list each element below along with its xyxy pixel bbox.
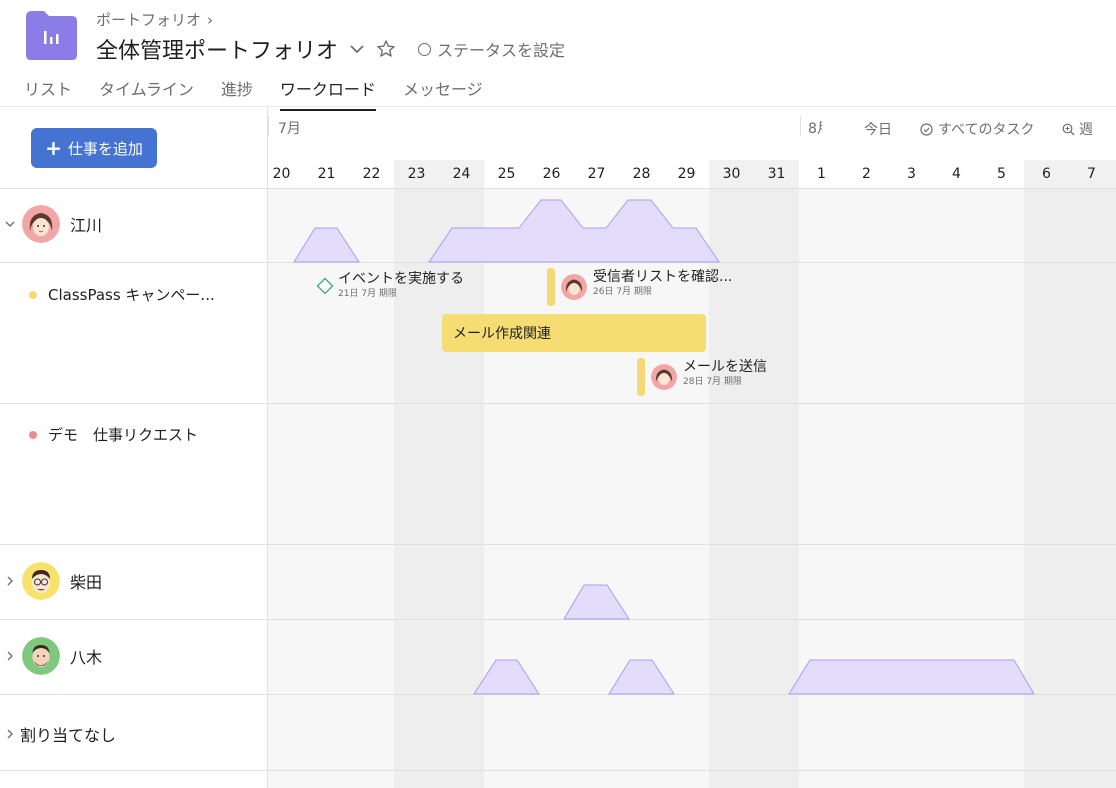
task-mail-create[interactable]: メール作成関連 bbox=[442, 314, 706, 352]
task-bar bbox=[637, 358, 645, 396]
assignee-name: 江川 bbox=[70, 216, 103, 235]
month-label-july: 7月 bbox=[278, 121, 301, 137]
chevron-down-icon[interactable] bbox=[348, 40, 366, 58]
task-due-date: 26日 7月 期限 bbox=[593, 287, 652, 297]
assignee-row-unassigned[interactable]: 割り当てなし bbox=[4, 722, 116, 746]
day-label: 21 bbox=[317, 166, 336, 182]
task-title: イベントを実施する bbox=[338, 271, 464, 287]
check-circle-icon bbox=[920, 122, 933, 136]
day-label: 24 bbox=[452, 166, 471, 182]
day-label: 22 bbox=[362, 166, 381, 182]
month-tick bbox=[268, 116, 269, 136]
week-label: 週 bbox=[1079, 122, 1093, 138]
workload-shape-shibata bbox=[563, 584, 630, 620]
project-row-demo[interactable]: デモ 仕事リクエスト bbox=[29, 424, 198, 445]
day-label: 30 bbox=[722, 166, 741, 182]
task-title: メールを送信 bbox=[683, 359, 767, 375]
day-label: 3 bbox=[907, 166, 916, 182]
task-title: 受信者リストを確認... bbox=[593, 269, 733, 285]
task-recipients[interactable]: 受信者リストを確認... 26日 7月 期限 bbox=[547, 268, 732, 306]
task-title: メール作成関連 bbox=[453, 326, 551, 342]
tab-timeline[interactable]: タイムライン bbox=[99, 76, 194, 110]
caret-right-icon[interactable] bbox=[4, 650, 16, 662]
day-label: 28 bbox=[632, 166, 651, 182]
add-work-label: 仕事を追加 bbox=[67, 139, 143, 158]
plus-icon: + bbox=[45, 136, 62, 160]
assignee-row-shibata[interactable]: 柴田 bbox=[4, 562, 102, 600]
assignee-name: 柴田 bbox=[70, 573, 103, 592]
task-assignee-avatar bbox=[561, 274, 587, 300]
day-label: 2 bbox=[862, 166, 871, 182]
project-color-dot bbox=[29, 290, 37, 299]
breadcrumb-label[interactable]: ポートフォリオ bbox=[96, 9, 201, 30]
tab-workload[interactable]: ワークロード bbox=[279, 76, 376, 111]
assignee-row-yagi[interactable]: 八木 bbox=[4, 637, 102, 675]
workload-shape-yagi bbox=[788, 659, 1035, 695]
day-label: 29 bbox=[677, 166, 696, 182]
month-label-aug: 8月 bbox=[808, 121, 822, 137]
status-circle-icon bbox=[418, 42, 432, 56]
project-name: デモ 仕事リクエスト bbox=[48, 426, 199, 444]
page-title[interactable]: 全体管理ポートフォリオ bbox=[96, 33, 338, 65]
day-label: 27 bbox=[587, 166, 606, 182]
project-color-dot bbox=[29, 430, 37, 439]
breadcrumb[interactable]: ポートフォリオ › bbox=[96, 9, 213, 30]
tab-bar: リスト タイムライン 進捗 ワークロード メッセージ bbox=[24, 76, 510, 111]
tab-messages[interactable]: メッセージ bbox=[403, 76, 483, 110]
folder-chart-icon bbox=[26, 11, 77, 60]
workload-shape-egawa bbox=[293, 227, 360, 263]
avatar-yagi bbox=[22, 637, 60, 675]
day-label: 26 bbox=[542, 166, 561, 182]
all-tasks-button[interactable]: すべてのタスク bbox=[920, 119, 1034, 139]
tab-list[interactable]: リスト bbox=[24, 76, 72, 110]
day-label: 1 bbox=[817, 166, 826, 182]
day-label: 5 bbox=[997, 166, 1006, 182]
set-status-button[interactable]: ステータスを設定 bbox=[418, 37, 565, 61]
breadcrumb-chevron-icon: › bbox=[207, 10, 214, 29]
avatar-shibata bbox=[22, 562, 60, 600]
task-send-mail[interactable]: メールを送信 28日 7月 期限 bbox=[637, 358, 767, 396]
tab-progress[interactable]: 進捗 bbox=[221, 76, 253, 110]
caret-right-icon[interactable] bbox=[4, 575, 16, 587]
add-work-button[interactable]: + 仕事を追加 bbox=[31, 128, 157, 168]
caret-down-icon[interactable] bbox=[4, 218, 16, 230]
assignee-name: 割り当てなし bbox=[20, 726, 117, 745]
zoom-week-button[interactable]: 週 bbox=[1062, 119, 1093, 139]
tabs-divider bbox=[0, 106, 1116, 107]
assignee-name: 八木 bbox=[70, 648, 103, 667]
workload-shape-yagi bbox=[608, 659, 675, 695]
day-label: 31 bbox=[767, 166, 786, 182]
day-label: 6 bbox=[1042, 166, 1051, 182]
today-button[interactable]: 今日 bbox=[864, 119, 892, 139]
day-label: 20 bbox=[272, 166, 291, 182]
task-event[interactable]: イベントを実施する 21日 7月 期限 bbox=[316, 270, 464, 300]
month-tick bbox=[800, 116, 801, 136]
workload-shape-yagi bbox=[473, 659, 540, 695]
day-label: 25 bbox=[497, 166, 516, 182]
task-due-date: 28日 7月 期限 bbox=[683, 377, 742, 387]
day-label: 23 bbox=[407, 166, 426, 182]
star-icon[interactable] bbox=[376, 39, 396, 59]
milestone-diamond-icon bbox=[316, 277, 334, 295]
task-assignee-avatar bbox=[651, 364, 677, 390]
avatar-egawa bbox=[22, 205, 60, 243]
day-label: 7 bbox=[1087, 166, 1096, 182]
title-row: 全体管理ポートフォリオ ステータスを設定 bbox=[96, 33, 565, 65]
day-label: 4 bbox=[952, 166, 961, 182]
task-bar bbox=[547, 268, 555, 306]
project-name: ClassPass キャンペー... bbox=[48, 286, 215, 304]
status-label: ステータスを設定 bbox=[437, 41, 566, 60]
workload-shape-egawa bbox=[428, 199, 720, 263]
task-due-date: 21日 7月 期限 bbox=[338, 289, 397, 299]
project-row-classpass[interactable]: ClassPass キャンペー... bbox=[29, 284, 215, 305]
zoom-icon bbox=[1062, 123, 1075, 135]
caret-right-icon[interactable] bbox=[4, 728, 16, 740]
all-tasks-label: すべてのタスク bbox=[938, 122, 1035, 138]
assignee-row-egawa[interactable]: 江川 bbox=[4, 205, 102, 243]
